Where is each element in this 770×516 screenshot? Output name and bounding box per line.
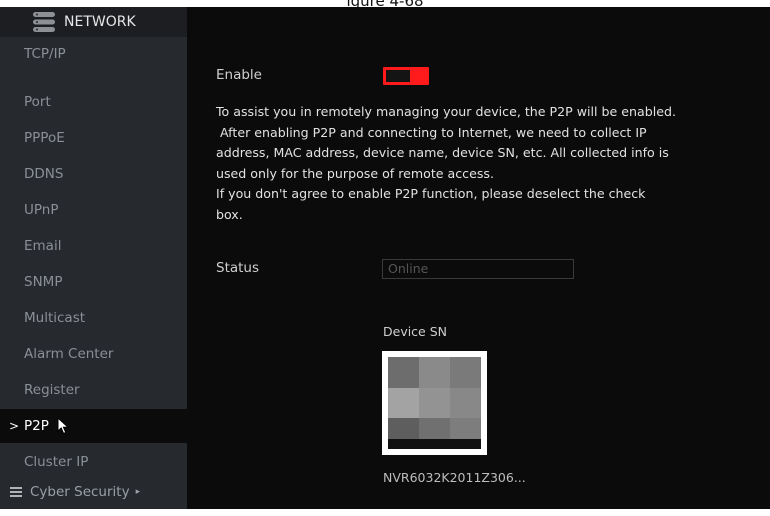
- sidebar: NETWORK TCP/IP Port PPPoE DDNS UPnP Emai…: [0, 7, 187, 509]
- list-icon: [10, 487, 22, 497]
- enable-label: Enable: [216, 67, 262, 83]
- sidebar-item-register[interactable]: Register: [0, 373, 187, 407]
- sidebar-item-ddns[interactable]: DDNS: [0, 157, 187, 191]
- p2p-notice: To assist you in remotely managing your …: [216, 104, 676, 222]
- mouse-pointer-icon: [57, 417, 70, 435]
- sidebar-header: NETWORK: [0, 7, 187, 37]
- sidebar-item-upnp[interactable]: UPnP: [0, 193, 187, 227]
- sidebar-item-multicast[interactable]: Multicast: [0, 301, 187, 335]
- network-icon: [33, 12, 55, 32]
- qr-code: [382, 351, 487, 455]
- active-marker: >: [9, 419, 20, 433]
- qr-code-pattern: [388, 357, 481, 449]
- bottom-margin: [0, 509, 770, 516]
- status-field: Online: [382, 259, 574, 279]
- sidebar-title: NETWORK: [64, 14, 136, 30]
- expand-arrow-icon: ▸: [135, 487, 141, 497]
- sidebar-item-snmp[interactable]: SNMP: [0, 265, 187, 299]
- sidebar-item-alarm-center[interactable]: Alarm Center: [0, 337, 187, 371]
- sidebar-item-tcpip[interactable]: TCP/IP: [0, 37, 187, 71]
- p2p-panel: Enable To assist you in remotely managin…: [187, 7, 770, 509]
- sidebar-item-port[interactable]: Port: [0, 85, 187, 119]
- sidebar-item-email[interactable]: Email: [0, 229, 187, 263]
- device-sn-value: NVR6032K2011Z306...: [383, 470, 526, 485]
- nvr-window: NETWORK TCP/IP Port PPPoE DDNS UPnP Emai…: [0, 7, 770, 509]
- sidebar-item-p2p[interactable]: > P2P: [0, 409, 187, 443]
- sidebar-item-pppoe[interactable]: PPPoE: [0, 121, 187, 155]
- sidebar-item-cluster-ip[interactable]: Cluster IP: [0, 445, 187, 479]
- toggle-knob: [386, 70, 410, 82]
- enable-toggle[interactable]: [383, 67, 429, 85]
- qr-code-bottom-bar: [388, 439, 481, 449]
- device-sn-label: Device SN: [383, 324, 448, 339]
- sidebar-item-cyber-security[interactable]: Cyber Security ▸: [0, 475, 187, 509]
- status-label: Status: [216, 260, 260, 276]
